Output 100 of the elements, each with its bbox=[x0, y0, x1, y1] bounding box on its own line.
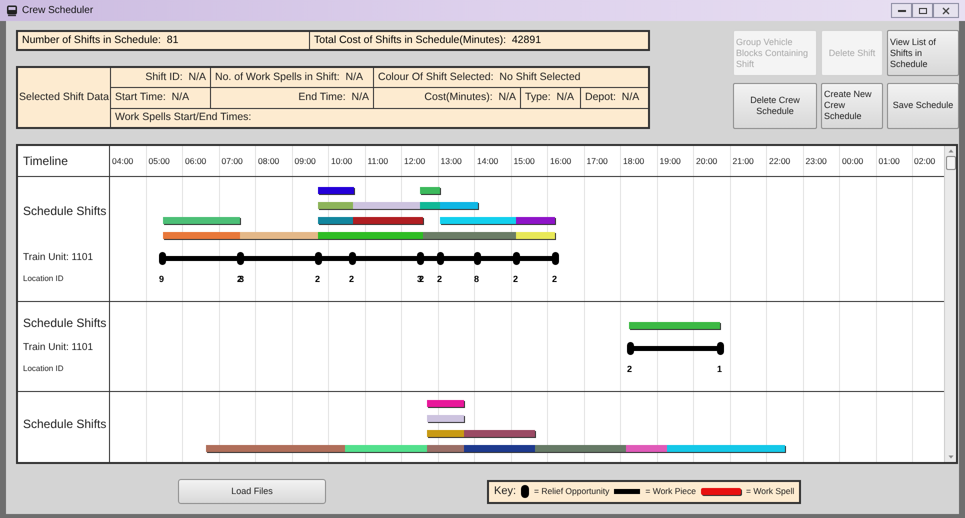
work-piece-icon bbox=[614, 489, 640, 494]
shift-bar[interactable] bbox=[427, 430, 464, 437]
shift-bar[interactable] bbox=[629, 322, 720, 329]
hour-label: 14:00 bbox=[476, 154, 500, 168]
location-label: Location ID bbox=[23, 273, 64, 285]
shift-bar[interactable] bbox=[353, 202, 420, 209]
hour-label: 02:00 bbox=[913, 154, 936, 168]
shift-bar[interactable] bbox=[345, 445, 427, 452]
shift-bar[interactable] bbox=[464, 445, 535, 452]
scrollbar[interactable] bbox=[944, 146, 956, 462]
shift-bar[interactable] bbox=[353, 217, 423, 224]
train-icon bbox=[6, 4, 18, 16]
shift-bar[interactable] bbox=[427, 400, 464, 407]
maximize-button[interactable] bbox=[912, 3, 933, 18]
close-icon bbox=[942, 6, 950, 14]
shift-colour-field: Colour Of Shift Selected: No Shift Selected bbox=[374, 68, 648, 87]
shift-bar[interactable] bbox=[163, 217, 240, 224]
depot-field: Depot: N/A bbox=[581, 88, 648, 108]
key-label: Key: bbox=[494, 484, 516, 500]
shift-bar[interactable] bbox=[423, 232, 516, 239]
shift-bar[interactable] bbox=[318, 202, 353, 209]
relief-point-icon[interactable] bbox=[348, 252, 356, 265]
load-files-button[interactable]: Load Files bbox=[178, 479, 326, 504]
shift-bar[interactable] bbox=[427, 415, 464, 422]
hour-label: 23:00 bbox=[804, 154, 828, 168]
shift-bar[interactable] bbox=[667, 445, 785, 452]
key-text: = Relief Opportunity bbox=[534, 485, 610, 498]
relief-point-icon[interactable] bbox=[474, 252, 480, 265]
location-id: 23 bbox=[237, 274, 242, 284]
hour-label: 07:00 bbox=[220, 154, 244, 168]
shift-bar[interactable] bbox=[440, 202, 478, 209]
window-title: Crew Scheduler bbox=[22, 4, 94, 18]
location-id: 2 bbox=[349, 274, 352, 284]
relief-point-icon[interactable] bbox=[158, 252, 166, 265]
location-id: 2 bbox=[315, 274, 318, 284]
hour-label: 11:00 bbox=[366, 154, 390, 168]
key-text: = Work Piece bbox=[645, 485, 696, 498]
hour-label: 13:00 bbox=[440, 154, 463, 168]
shift-bar[interactable] bbox=[440, 217, 516, 224]
location-id: 9 bbox=[159, 274, 162, 284]
hour-label: 04:00 bbox=[111, 154, 134, 168]
hour-label: 06:00 bbox=[184, 154, 208, 168]
start-time-field: Start Time: N/A bbox=[111, 88, 211, 108]
shift-bar[interactable] bbox=[464, 430, 535, 437]
relief-point-icon[interactable] bbox=[236, 252, 244, 265]
train-unit-label: Train Unit: 1101 bbox=[23, 251, 94, 265]
hour-label: 01:00 bbox=[878, 154, 901, 168]
hour-label: 15:00 bbox=[512, 154, 536, 168]
hour-label: 18:00 bbox=[622, 154, 646, 168]
relief-point-icon[interactable] bbox=[552, 252, 558, 265]
relief-point-icon[interactable] bbox=[512, 252, 520, 265]
section-label: Schedule Shifts bbox=[23, 315, 106, 332]
hour-label: 12:00 bbox=[403, 154, 426, 168]
relief-point-icon[interactable] bbox=[626, 342, 634, 355]
scroll-down-icon[interactable] bbox=[948, 454, 954, 460]
shift-bar[interactable] bbox=[516, 232, 555, 239]
section-label: Schedule Shifts bbox=[23, 416, 106, 432]
scroll-thumb[interactable] bbox=[946, 156, 956, 170]
relief-point-icon[interactable] bbox=[716, 342, 724, 355]
key-text: = Work Spell bbox=[746, 485, 794, 498]
action-button[interactable]: Delete Crew Schedule bbox=[733, 82, 817, 128]
hour-label: 05:00 bbox=[148, 154, 171, 168]
cost-field: Cost(Minutes): N/A bbox=[374, 88, 521, 108]
shift-bar[interactable] bbox=[420, 202, 440, 209]
shift-bar[interactable] bbox=[516, 217, 555, 224]
scroll-up-icon[interactable] bbox=[948, 148, 954, 154]
relief-point-icon[interactable] bbox=[436, 252, 444, 265]
shift-bar[interactable] bbox=[318, 217, 353, 224]
shift-bar[interactable] bbox=[240, 232, 318, 239]
shift-bar[interactable] bbox=[626, 445, 667, 452]
work-spell-icon bbox=[701, 488, 742, 495]
relief-opportunity-icon bbox=[521, 485, 530, 498]
shift-bar[interactable] bbox=[206, 445, 345, 452]
location-label: Location ID bbox=[23, 363, 64, 375]
hour-label: 21:00 bbox=[732, 154, 755, 168]
hour-label: 00:00 bbox=[841, 154, 864, 168]
action-button[interactable]: Save Schedule bbox=[887, 82, 959, 128]
shift-bar[interactable] bbox=[535, 445, 626, 452]
shift-bar[interactable] bbox=[318, 187, 354, 194]
hour-label: 09:00 bbox=[294, 154, 317, 168]
location-id: 2 bbox=[513, 274, 516, 284]
shift-bar[interactable] bbox=[420, 187, 440, 194]
action-button[interactable]: View List of Shifts in Schedule bbox=[887, 30, 959, 76]
action-button[interactable]: Create New Crew Schedule bbox=[821, 82, 883, 128]
shift-bar[interactable] bbox=[427, 445, 464, 452]
shift-bar[interactable] bbox=[318, 232, 423, 239]
location-id: 8 bbox=[474, 274, 476, 284]
train-unit-label: Train Unit: 1101 bbox=[23, 341, 94, 355]
relief-point-icon[interactable] bbox=[314, 252, 322, 265]
location-id: 2 bbox=[552, 274, 554, 284]
selected-shift-label: Selected Shift Data bbox=[18, 68, 111, 127]
close-button[interactable] bbox=[933, 3, 959, 18]
hour-label: 08:00 bbox=[257, 154, 280, 168]
location-id: 32 bbox=[417, 274, 422, 284]
hour-label: 17:00 bbox=[586, 154, 609, 168]
shift-bar[interactable] bbox=[163, 232, 240, 239]
relief-point-icon[interactable] bbox=[416, 252, 424, 265]
section-label: Schedule Shifts bbox=[23, 202, 106, 220]
minimize-button[interactable] bbox=[891, 3, 912, 18]
hour-label: 20:00 bbox=[695, 154, 718, 168]
